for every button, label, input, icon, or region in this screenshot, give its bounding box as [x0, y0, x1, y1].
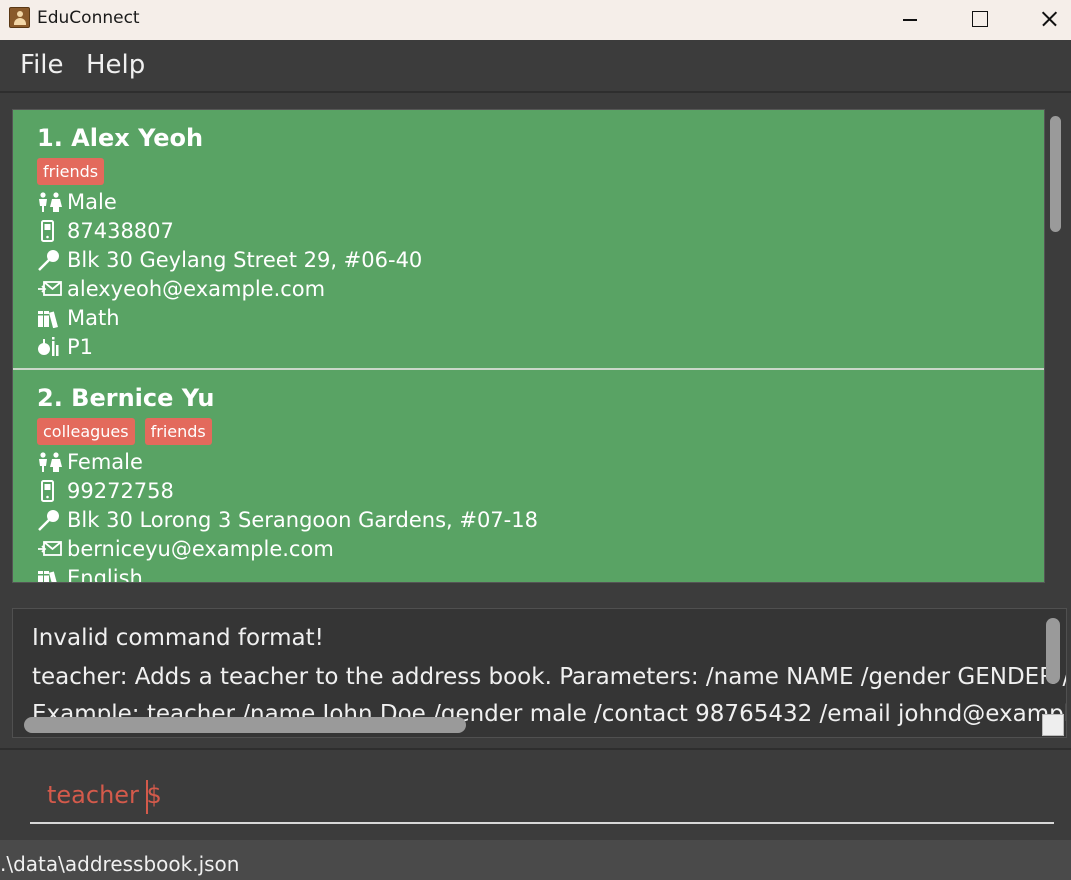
scrollbar-corner [1042, 714, 1064, 736]
result-horizontal-scrollbar[interactable] [24, 717, 466, 733]
person-name: 2. Bernice Yu [37, 384, 215, 412]
subject-value: Math [67, 306, 120, 330]
phone-value: 87438807 [67, 219, 174, 243]
result-line: teacher: Adds a teacher to the address b… [32, 664, 1066, 690]
phone-field: 87438807 [37, 218, 174, 244]
email-icon [37, 539, 67, 559]
email-value: alexyeoh@example.com [67, 277, 326, 301]
command-input[interactable] [30, 772, 1054, 824]
gender-value: Female [67, 450, 143, 474]
classes-value: P1 [67, 335, 94, 359]
gender-field: Female [37, 449, 143, 475]
gender-value: Male [67, 190, 117, 214]
gender-icon [37, 452, 67, 472]
result-line: Invalid command format! [32, 625, 324, 651]
email-field: berniceyu@example.com [37, 536, 334, 562]
minimize-icon[interactable] [874, 0, 944, 40]
text-caret [146, 780, 148, 814]
subject-field: Math [37, 305, 120, 331]
email-value: berniceyu@example.com [67, 537, 334, 561]
email-icon [37, 279, 67, 299]
menu-file[interactable]: File [20, 50, 64, 80]
gender-field: Male [37, 189, 117, 215]
status-bar: .\data\addressbook.json [0, 840, 1071, 880]
gender-icon [37, 192, 67, 212]
app-contact-icon [9, 7, 30, 28]
result-vertical-scrollbar[interactable] [1046, 618, 1060, 684]
save-file-path: .\data\addressbook.json [0, 852, 240, 876]
phone-icon [37, 480, 67, 502]
menu-bar: File Help [0, 40, 1071, 93]
email-field: alexyeoh@example.com [37, 276, 325, 302]
address-pin-icon [37, 509, 67, 531]
address-field: Blk 30 Lorong 3 Serangoon Gardens, #07-1… [37, 507, 538, 533]
tag: friends [37, 158, 105, 185]
tag-list: friends [37, 158, 105, 186]
person-card[interactable]: 1. Alex Yeoh friends Male 87438807 Blk 3… [13, 110, 1044, 368]
subject-field: English [37, 565, 143, 583]
window-title: EduConnect [37, 8, 140, 28]
list-scrollbar-thumb[interactable] [1050, 116, 1061, 232]
classes-field: P1 [37, 334, 93, 360]
person-name: 1. Alex Yeoh [37, 124, 204, 152]
person-card[interactable]: 2. Bernice Yu colleagues friends Female … [13, 370, 1044, 583]
person-list: 1. Alex Yeoh friends Male 87438807 Blk 3… [12, 109, 1045, 583]
address-value: Blk 30 Lorong 3 Serangoon Gardens, #07-1… [67, 508, 538, 532]
phone-value: 99272758 [67, 479, 174, 503]
classes-icon [37, 336, 67, 358]
maximize-icon[interactable] [944, 0, 1014, 40]
books-icon [37, 568, 67, 582]
phone-field: 99272758 [37, 478, 174, 504]
tag: colleagues [37, 418, 135, 445]
address-field: Blk 30 Geylang Street 29, #06-40 [37, 247, 422, 273]
command-text[interactable]: teacher $ [47, 781, 162, 809]
address-pin-icon [37, 249, 67, 271]
menu-help[interactable]: Help [86, 50, 145, 80]
address-value: Blk 30 Geylang Street 29, #06-40 [67, 248, 423, 272]
tag: friends [144, 418, 212, 445]
title-bar: EduConnect [0, 0, 1071, 40]
books-icon [37, 308, 67, 328]
tag-list: colleagues friends [37, 418, 212, 446]
phone-icon [37, 220, 67, 242]
close-icon[interactable] [1014, 0, 1071, 40]
subject-value: English [67, 566, 143, 583]
